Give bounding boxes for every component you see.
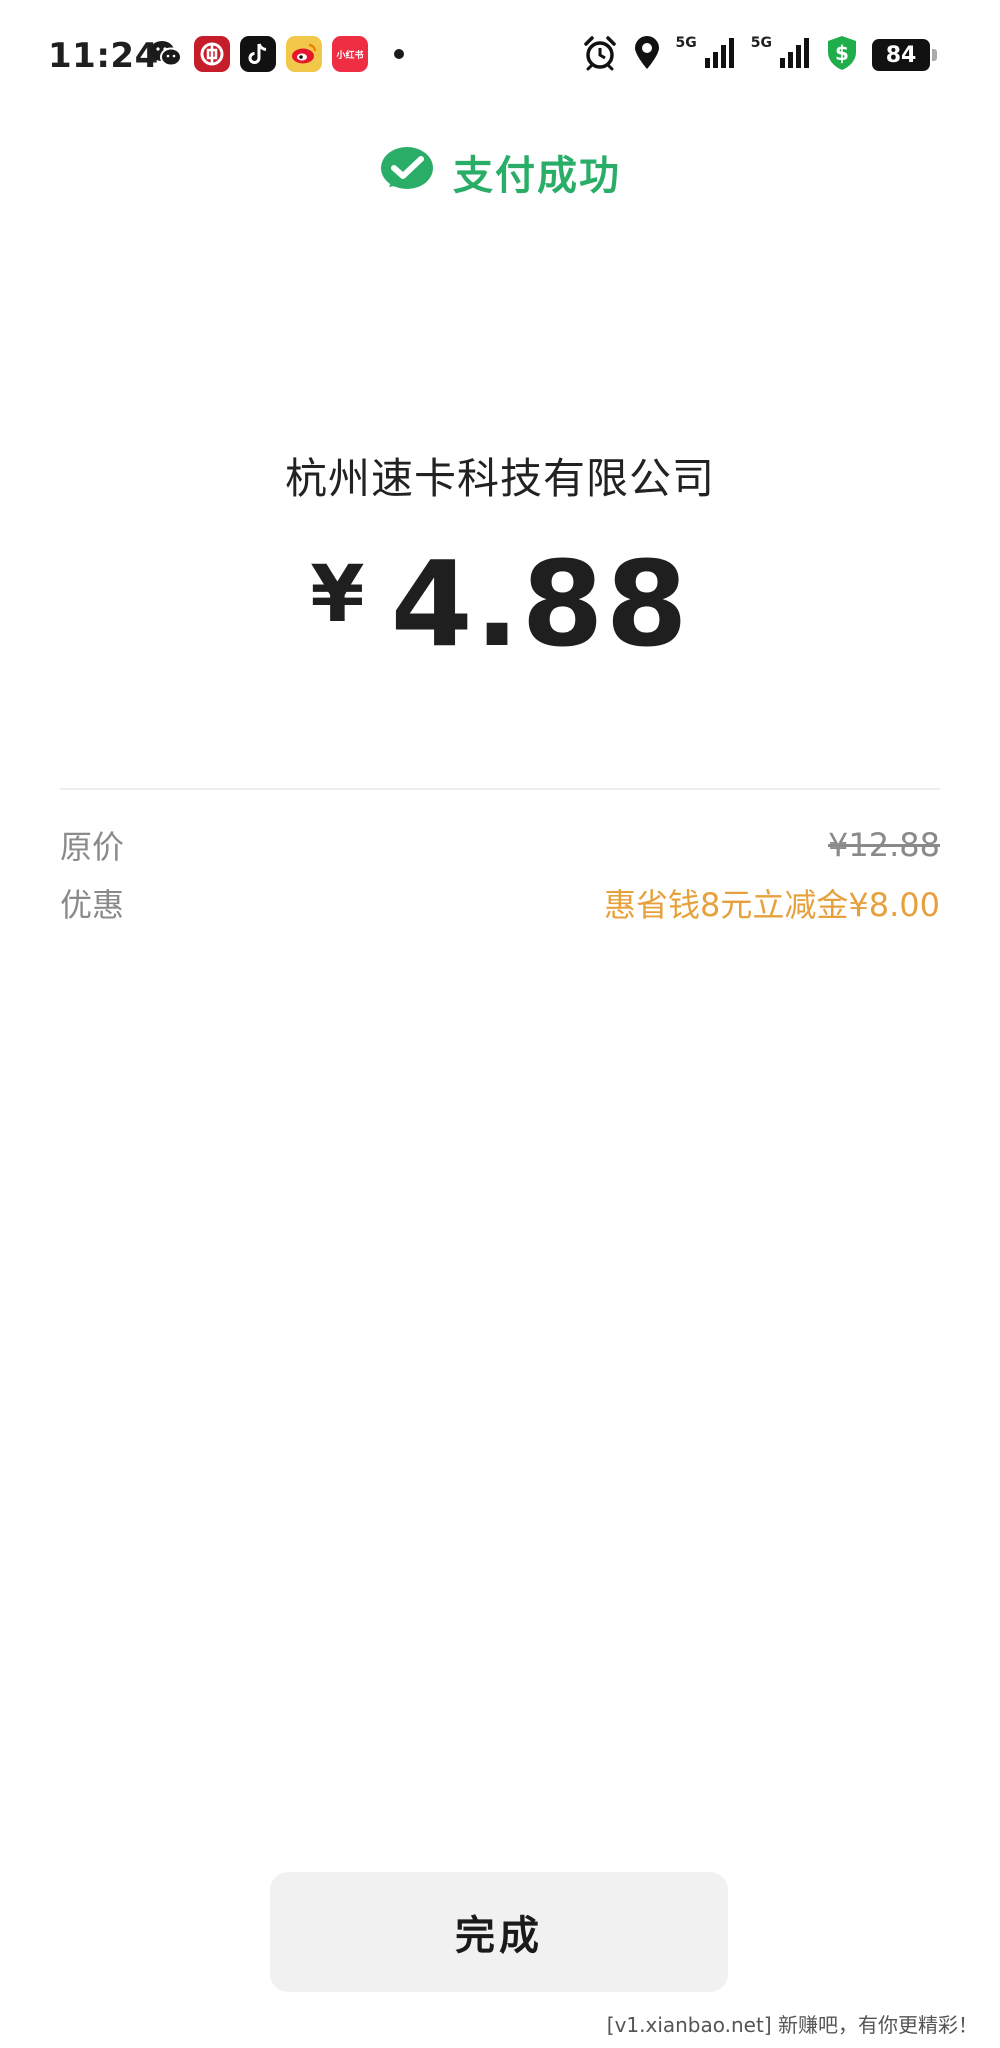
notification-app-icons: 小红书	[148, 36, 404, 72]
signal-icon	[778, 36, 812, 74]
status-bar: 11:24 小红书 5G 5G $ 84	[0, 0, 1000, 115]
currency-symbol: ¥	[310, 550, 365, 640]
original-price-row: 原价 ¥12.88	[60, 822, 940, 868]
system-status-icons: 5G 5G $ 84	[582, 34, 937, 76]
signal-type-label: 5G	[675, 35, 697, 51]
status-time: 11:24	[48, 36, 159, 76]
redbook-icon-label: 小红书	[336, 50, 364, 61]
more-notifications-dot	[394, 49, 404, 59]
payment-amount: ¥ 4.88	[0, 535, 1000, 673]
original-price-value: ¥12.88	[828, 826, 940, 864]
watermark-text: [v1.xianbao.net] 新赚吧，有你更精彩！	[606, 2013, 978, 2037]
success-title: 支付成功	[453, 153, 621, 199]
divider	[60, 788, 940, 790]
location-icon	[632, 35, 662, 75]
wechat-icon	[148, 36, 184, 72]
battery-icon: 84	[872, 39, 937, 71]
bank-icon	[194, 36, 230, 72]
signal-type-label: 5G	[750, 35, 772, 51]
weibo-icon	[286, 36, 322, 72]
redbook-icon: 小红书	[332, 36, 368, 72]
battery-level: 84	[885, 42, 917, 68]
merchant-name: 杭州速卡科技有限公司	[284, 454, 715, 503]
discount-row: 优惠 惠省钱8元立减金¥8.00	[60, 880, 940, 926]
payment-success-header: 支付成功	[0, 143, 1000, 201]
wechat-pay-icon	[379, 145, 435, 199]
done-button[interactable]: 完成	[270, 1872, 728, 1992]
svg-text:$: $	[835, 41, 849, 65]
signal-icon	[703, 36, 737, 74]
shield-dollar-icon: $	[826, 34, 858, 76]
discount-label: 优惠	[60, 886, 125, 924]
discount-value: 惠省钱8元立减金¥8.00	[604, 886, 940, 924]
original-price-label: 原价	[60, 828, 125, 866]
alarm-icon	[582, 35, 618, 75]
tiktok-icon	[240, 36, 276, 72]
amount-value: 4.88	[390, 535, 690, 673]
